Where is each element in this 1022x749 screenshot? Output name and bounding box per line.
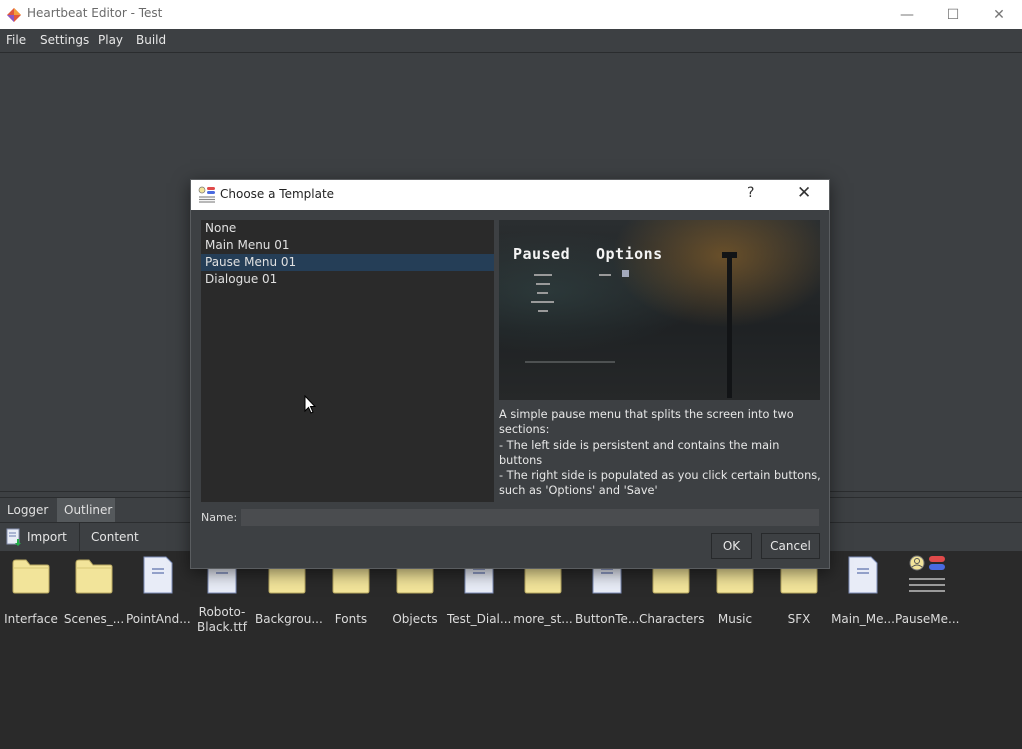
- help-button[interactable]: ?: [747, 185, 754, 201]
- asset-label: Roboto- Black.ttf: [197, 605, 247, 634]
- import-icon: [6, 528, 21, 546]
- preview-menu-item: [537, 292, 548, 294]
- asset-label: Fonts: [334, 612, 368, 626]
- content-label: Content: [91, 530, 139, 544]
- asset-label: more_st...: [513, 612, 573, 626]
- asset-label: PauseMe...: [895, 612, 960, 626]
- preview-menu-item: [531, 301, 554, 303]
- import-button[interactable]: Import: [6, 523, 67, 551]
- asset-label: ButtonTe...: [575, 612, 640, 626]
- asset-label: Objects: [392, 612, 438, 626]
- menu-play[interactable]: Play: [98, 33, 123, 47]
- template-description: A simple pause menu that splits the scre…: [499, 408, 821, 498]
- asset-label: Music: [717, 612, 753, 626]
- import-label: Import: [27, 530, 67, 544]
- preview-option-label: [599, 274, 611, 276]
- content-browser: Interface Scenes_... PointAnd... Roboto- Bl…: [0, 551, 1022, 749]
- asset-item[interactable]: Scenes_...: [62, 555, 126, 627]
- tab-logger-label: Logger: [7, 503, 49, 517]
- content-button[interactable]: Content: [91, 523, 139, 551]
- dialog-title: Choose a Template: [220, 187, 335, 201]
- window-title: Heartbeat Editor - Test: [27, 6, 163, 20]
- tab-outliner-label: Outliner: [64, 503, 113, 517]
- interface-template-icon: [895, 555, 959, 595]
- preview-checkbox-shape: [622, 270, 629, 277]
- choose-template-dialog: Choose a Template ? ✕ None Main Menu 01 …: [190, 179, 830, 569]
- minimize-icon: —: [900, 6, 914, 23]
- maximize-button[interactable]: ☐: [930, 0, 976, 29]
- template-preview-image: Paused Options: [499, 220, 820, 400]
- template-icon: [198, 186, 215, 203]
- tab-logger[interactable]: Logger: [0, 498, 56, 522]
- toolbar-separator: [79, 523, 80, 551]
- mouse-cursor-icon: [304, 395, 317, 414]
- asset-label: Test_Dial...: [447, 612, 512, 626]
- dialog-titlebar: Choose a Template ? ✕: [191, 180, 829, 210]
- minimize-button[interactable]: —: [884, 0, 930, 29]
- preview-menu-item: [538, 310, 548, 312]
- tab-outliner[interactable]: Outliner: [57, 498, 115, 522]
- asset-label: Scenes_...: [63, 612, 125, 626]
- menu-file[interactable]: File: [6, 33, 26, 47]
- preview-menu-item: [536, 283, 550, 285]
- folder-icon: [0, 555, 63, 595]
- menu-bar: File Settings Play Build: [0, 29, 1022, 53]
- preview-paused-title: Paused: [513, 245, 571, 263]
- name-label: Name:: [201, 511, 238, 524]
- document-icon: [126, 555, 190, 595]
- asset-item[interactable]: PauseMe...: [895, 555, 959, 627]
- menu-settings[interactable]: Settings: [40, 33, 89, 47]
- asset-label: Interface: [4, 612, 58, 626]
- asset-item[interactable]: Main_Me...: [831, 555, 895, 627]
- name-input[interactable]: [241, 509, 819, 526]
- maximize-icon: ☐: [946, 6, 960, 23]
- close-window-button[interactable]: ✕: [976, 0, 1022, 29]
- ok-label: OK: [722, 539, 741, 553]
- dialog-close-button[interactable]: ✕: [797, 183, 811, 203]
- asset-item[interactable]: PointAnd...: [126, 555, 191, 627]
- preview-options-title: Options: [596, 245, 663, 263]
- folder-icon: [62, 555, 126, 595]
- template-item-none[interactable]: None: [201, 220, 494, 237]
- ok-button[interactable]: OK: [711, 533, 752, 559]
- document-icon: [831, 555, 895, 595]
- asset-label: Characters: [639, 612, 705, 626]
- asset-label: PointAnd...: [126, 612, 191, 626]
- window-titlebar: Heartbeat Editor - Test — ☐ ✕: [0, 0, 1022, 29]
- preview-menu-item: [534, 274, 552, 276]
- template-item-main-menu[interactable]: Main Menu 01: [201, 237, 494, 254]
- template-item-pause-menu[interactable]: Pause Menu 01: [201, 254, 494, 271]
- lamp-post-shape: [727, 258, 732, 398]
- asset-label: SFX: [787, 612, 811, 626]
- cancel-button[interactable]: Cancel: [761, 533, 820, 559]
- menu-build[interactable]: Build: [136, 33, 166, 47]
- asset-item[interactable]: Interface: [0, 555, 63, 627]
- asset-label: Backgrou...: [255, 612, 323, 626]
- preview-hint-text: [525, 361, 615, 363]
- asset-label: Main_Me...: [831, 612, 895, 626]
- close-icon: ✕: [993, 6, 1005, 23]
- template-list[interactable]: None Main Menu 01 Pause Menu 01 Dialogue…: [201, 220, 494, 502]
- template-item-dialogue[interactable]: Dialogue 01: [201, 271, 494, 288]
- heartbeat-logo-icon: [7, 8, 21, 22]
- cancel-label: Cancel: [770, 539, 811, 553]
